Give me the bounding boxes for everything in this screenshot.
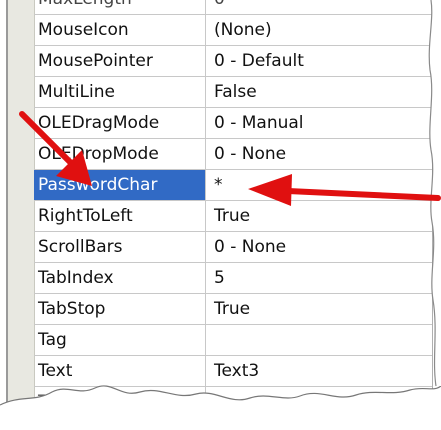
property-value[interactable] <box>206 387 432 417</box>
property-name: Text <box>34 356 206 386</box>
property-row-oledropmode[interactable]: OLEDropMode 0 - None <box>34 139 432 170</box>
property-name: RightToLeft <box>34 201 206 231</box>
property-name: Tag <box>34 325 206 355</box>
property-row-mouseicon[interactable]: MouseIcon (None) <box>34 15 432 46</box>
property-row-multiline[interactable]: MultiLine False <box>34 77 432 108</box>
property-row-scrollbars[interactable]: ScrollBars 0 - None <box>34 232 432 263</box>
property-row-maxlength[interactable]: MaxLength 0 <box>34 0 432 15</box>
property-value[interactable]: 0 - None <box>206 139 432 169</box>
property-row-text[interactable]: Text Text3 <box>34 356 432 387</box>
property-row-mousepointer[interactable]: MousePointer 0 - Default <box>34 46 432 77</box>
property-value[interactable]: False <box>206 77 432 107</box>
property-row-tabstop[interactable]: TabStop True <box>34 294 432 325</box>
properties-window: MaxLength 0 MouseIcon (None) MousePointe… <box>6 0 433 418</box>
property-value[interactable]: 0 - Manual <box>206 108 432 138</box>
property-value-input[interactable]: * <box>206 170 432 200</box>
property-name: TabStop <box>34 294 206 324</box>
property-name: OLEDropMode <box>34 139 206 169</box>
property-name: OLEDragMode <box>34 108 206 138</box>
property-name: TabIndex <box>34 263 206 293</box>
property-value[interactable]: True <box>206 294 432 324</box>
property-value[interactable]: 0 - None <box>206 232 432 262</box>
property-value[interactable]: 0 - Default <box>206 46 432 76</box>
screenshot-frame: MaxLength 0 MouseIcon (None) MousePointe… <box>0 0 441 430</box>
property-value[interactable]: 5 <box>206 263 432 293</box>
property-name: MaxLength <box>34 0 206 14</box>
property-name: MultiLine <box>34 77 206 107</box>
property-name: MousePointer <box>34 46 206 76</box>
property-name-selected: PasswordChar <box>34 170 206 200</box>
property-value[interactable]: True <box>206 201 432 231</box>
property-row-tag[interactable]: Tag <box>34 325 432 356</box>
property-name: MouseIcon <box>34 15 206 45</box>
property-value[interactable]: (None) <box>206 15 432 45</box>
property-row-passwordchar[interactable]: PasswordChar * <box>34 170 432 201</box>
property-row-tooltiptext[interactable]: ToolTipText <box>34 387 432 418</box>
property-name: ScrollBars <box>34 232 206 262</box>
property-row-tabindex[interactable]: TabIndex 5 <box>34 263 432 294</box>
property-row-righttoleft[interactable]: RightToLeft True <box>34 201 432 232</box>
properties-gutter <box>8 0 35 402</box>
property-value[interactable]: 0 <box>206 0 432 14</box>
property-value[interactable]: Text3 <box>206 356 432 386</box>
property-value[interactable] <box>206 325 432 355</box>
property-row-oledragmode[interactable]: OLEDragMode 0 - Manual <box>34 108 432 139</box>
property-name: ToolTipText <box>34 387 206 417</box>
